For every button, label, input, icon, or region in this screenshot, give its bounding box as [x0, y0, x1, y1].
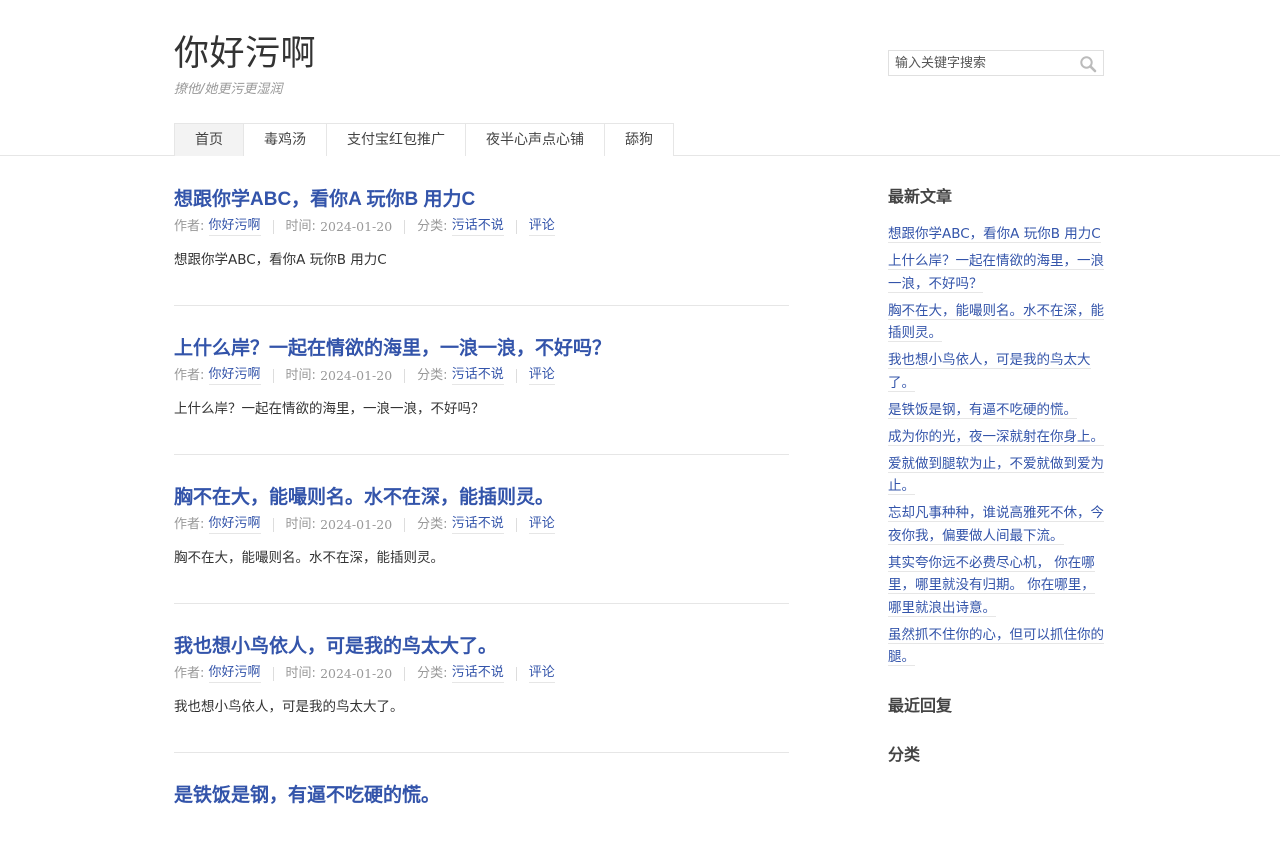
meta-divider: [515, 517, 517, 532]
meta-divider: [515, 666, 517, 681]
post-excerpt: 我也想小鸟依人，可是我的鸟太大了。: [174, 699, 404, 715]
post-title-link[interactable]: 是铁饭是钢，有逼不吃硬的慌。: [174, 783, 789, 809]
post-meta: 作者: 你好污啊 时间: 2024-01-20 分类: 污话不说 评论: [174, 664, 789, 683]
sidebar: 最新文章 想跟你学ABC，看你A 玩你B 用力C 上什么岸？一起在情欲的海里，一…: [888, 185, 1106, 792]
author-label: 作者:: [174, 516, 205, 532]
recent-post-link[interactable]: 是铁饭是钢，有逼不吃硬的慌。: [888, 401, 1077, 419]
author-link[interactable]: 你好污啊: [208, 366, 261, 385]
recent-post-link[interactable]: 成为你的光，夜一深就射在你身上。: [888, 428, 1104, 446]
category-label: 分类:: [417, 218, 448, 234]
nav-item-alipay-red-packet[interactable]: 支付宝红包推广: [327, 123, 466, 156]
post-meta: 作者: 你好污啊 时间: 2024-01-20 分类: 污话不说 评论: [174, 366, 789, 385]
list-item: 虽然抓不住你的心，但可以抓住你的腿。: [888, 624, 1106, 669]
author-label: 作者:: [174, 665, 205, 681]
recent-posts-widget: 最新文章 想跟你学ABC，看你A 玩你B 用力C 上什么岸？一起在情欲的海里，一…: [888, 185, 1106, 669]
author-link[interactable]: 你好污啊: [208, 515, 261, 534]
post-item: 我也想小鸟依人，可是我的鸟太大了。 作者: 你好污啊 时间: 2024-01-2…: [174, 604, 789, 753]
comments-link[interactable]: 评论: [528, 515, 555, 534]
recent-posts-list: 想跟你学ABC，看你A 玩你B 用力C 上什么岸？一起在情欲的海里，一浪一浪，不…: [888, 223, 1106, 669]
recent-post-link[interactable]: 其实夸你远不必费尽心机， 你在哪里，哪里就没有归期。 你在哪里，哪里就浪出诗意。: [888, 554, 1095, 617]
post-date: 2024-01-20: [320, 665, 393, 681]
post-date: 2024-01-20: [320, 218, 393, 234]
nav-item-midnight-shop[interactable]: 夜半心声点心铺: [466, 123, 605, 156]
post-meta: 作者: 你好污啊 时间: 2024-01-20 分类: 污话不说 评论: [174, 217, 789, 236]
time-label: 时间:: [285, 367, 316, 383]
category-link[interactable]: 污话不说: [451, 515, 504, 534]
recent-post-link[interactable]: 虽然抓不住你的心，但可以抓住你的腿。: [888, 626, 1104, 666]
author-label: 作者:: [174, 367, 205, 383]
post-item: 胸不在大，能嘬则名。水不在深，能插则灵。 作者: 你好污啊 时间: 2024-0…: [174, 455, 789, 604]
post-item: 上什么岸？一起在情欲的海里，一浪一浪，不好吗？ 作者: 你好污啊 时间: 202…: [174, 306, 789, 455]
category-link[interactable]: 污话不说: [451, 217, 504, 236]
meta-divider: [515, 219, 517, 234]
meta-divider: [272, 219, 274, 234]
author-link[interactable]: 你好污啊: [208, 217, 261, 236]
category-link[interactable]: 污话不说: [451, 664, 504, 683]
list-item: 是铁饭是钢，有逼不吃硬的慌。: [888, 399, 1106, 422]
category-label: 分类:: [417, 665, 448, 681]
comments-link[interactable]: 评论: [528, 217, 555, 236]
post-excerpt: 上什么岸？一起在情欲的海里，一浪一浪，不好吗？: [174, 401, 485, 417]
post-date: 2024-01-20: [320, 516, 393, 532]
category-link[interactable]: 污话不说: [451, 366, 504, 385]
search-icon[interactable]: [1079, 55, 1097, 73]
recent-comments-widget: 最近回复: [888, 694, 1106, 718]
categories-heading: 分类: [888, 744, 921, 764]
meta-divider: [404, 219, 406, 234]
list-item: 忘却凡事种种，谁说高雅死不休，今夜你我，偏要做人间最下流。: [888, 502, 1106, 547]
post-title-link[interactable]: 想跟你学ABC，看你A 玩你B 用力C: [174, 187, 789, 213]
time-label: 时间:: [285, 665, 316, 681]
time-label: 时间:: [285, 218, 316, 234]
main-navigation: 首页 毒鸡汤 支付宝红包推广 夜半心声点心铺 舔狗: [174, 123, 674, 156]
nav-item-home[interactable]: 首页: [175, 123, 244, 156]
post-title-link[interactable]: 上什么岸？一起在情欲的海里，一浪一浪，不好吗？: [174, 336, 789, 362]
list-item: 其实夸你远不必费尽心机， 你在哪里，哪里就没有归期。 你在哪里，哪里就浪出诗意。: [888, 552, 1106, 620]
post-meta: 作者: 你好污啊 时间: 2024-01-20 分类: 污话不说 评论: [174, 515, 789, 534]
site-header: 你好污啊 撩他/她更污更湿润 首页 毒鸡汤 支付宝红包推广 夜半心声点心铺 舔狗: [0, 0, 1280, 156]
author-label: 作者:: [174, 218, 205, 234]
search-form: [888, 50, 1104, 76]
list-item: 胸不在大，能嘬则名。水不在深，能插则灵。: [888, 300, 1106, 345]
meta-divider: [404, 517, 406, 532]
time-label: 时间:: [285, 516, 316, 532]
category-label: 分类:: [417, 516, 448, 532]
categories-widget: 分类: [888, 743, 1106, 767]
list-item: 想跟你学ABC，看你A 玩你B 用力C: [888, 223, 1106, 246]
recent-post-link[interactable]: 上什么岸？一起在情欲的海里，一浪一浪，不好吗？: [888, 253, 1104, 293]
comments-link[interactable]: 评论: [528, 664, 555, 683]
site-description: 撩他/她更污更湿润: [174, 82, 283, 97]
recent-post-link[interactable]: 胸不在大，能嘬则名。水不在深，能插则灵。: [888, 302, 1104, 342]
post-excerpt: 胸不在大，能嘬则名。水不在深，能插则灵。: [174, 550, 444, 566]
recent-comments-heading: 最近回复: [888, 695, 953, 715]
comments-link[interactable]: 评论: [528, 366, 555, 385]
list-item: 成为你的光，夜一深就射在你身上。: [888, 426, 1106, 449]
nav-item-simp[interactable]: 舔狗: [605, 123, 674, 156]
nav-item-chicken-soup[interactable]: 毒鸡汤: [244, 123, 327, 156]
category-label: 分类:: [417, 367, 448, 383]
post-item: 是铁饭是钢，有逼不吃硬的慌。: [174, 753, 789, 848]
search-input[interactable]: [889, 51, 1075, 75]
recent-post-link[interactable]: 忘却凡事种种，谁说高雅死不休，今夜你我，偏要做人间最下流。: [888, 505, 1104, 545]
post-date: 2024-01-20: [320, 367, 393, 383]
meta-divider: [404, 666, 406, 681]
recent-post-link[interactable]: 想跟你学ABC，看你A 玩你B 用力C: [888, 226, 1101, 243]
post-title-link[interactable]: 胸不在大，能嘬则名。水不在深，能插则灵。: [174, 485, 789, 511]
recent-post-link[interactable]: 我也想小鸟依人，可是我的鸟太大了。: [888, 352, 1091, 392]
post-item: 想跟你学ABC，看你A 玩你B 用力C 作者: 你好污啊 时间: 2024-01…: [174, 157, 789, 306]
site-title[interactable]: 你好污啊: [174, 32, 316, 76]
meta-divider: [515, 368, 517, 383]
post-list: 想跟你学ABC，看你A 玩你B 用力C 作者: 你好污啊 时间: 2024-01…: [174, 157, 789, 848]
post-excerpt: 想跟你学ABC，看你A 玩你B 用力C: [174, 252, 387, 268]
meta-divider: [272, 666, 274, 681]
recent-posts-heading: 最新文章: [888, 187, 953, 206]
meta-divider: [272, 517, 274, 532]
recent-post-link[interactable]: 爱就做到腿软为止，不爱就做到爱为止。: [888, 455, 1104, 495]
author-link[interactable]: 你好污啊: [208, 664, 261, 683]
list-item: 上什么岸？一起在情欲的海里，一浪一浪，不好吗？: [888, 250, 1106, 295]
meta-divider: [404, 368, 406, 383]
list-item: 爱就做到腿软为止，不爱就做到爱为止。: [888, 453, 1106, 498]
post-title-link[interactable]: 我也想小鸟依人，可是我的鸟太大了。: [174, 634, 789, 660]
list-item: 我也想小鸟依人，可是我的鸟太大了。: [888, 349, 1106, 394]
meta-divider: [272, 368, 274, 383]
